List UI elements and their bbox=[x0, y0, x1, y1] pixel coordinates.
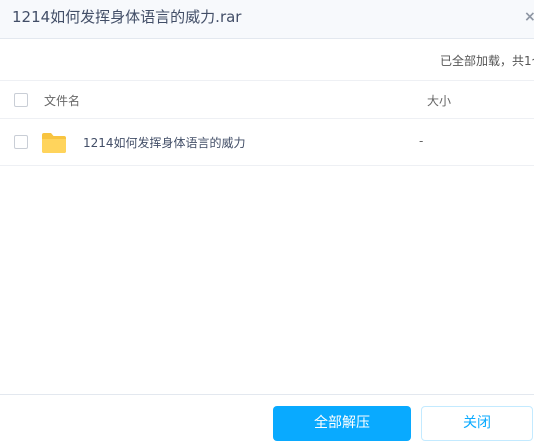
column-header-name: 文件名 bbox=[44, 94, 81, 108]
folder-icon bbox=[42, 133, 66, 153]
load-status-text: 已全部加载，共1个 bbox=[440, 54, 534, 68]
dialog-title: 1214如何发挥身体语言的威力.rar bbox=[12, 8, 242, 26]
table-row[interactable]: 1214如何发挥身体语言的威力 - bbox=[0, 119, 534, 166]
select-all-checkbox[interactable] bbox=[14, 93, 28, 107]
close-icon[interactable]: × bbox=[524, 9, 534, 25]
dialog-titlebar: 1214如何发挥身体语言的威力.rar × bbox=[0, 0, 534, 39]
table-header: 文件名 大小 bbox=[0, 81, 534, 119]
close-button[interactable]: 关闭 bbox=[421, 406, 533, 441]
column-header-size: 大小 bbox=[427, 94, 452, 108]
file-size: - bbox=[419, 134, 424, 148]
status-bar: 已全部加载，共1个 bbox=[0, 39, 534, 81]
row-checkbox[interactable] bbox=[14, 135, 28, 149]
extract-all-button[interactable]: 全部解压 bbox=[273, 406, 411, 441]
dialog-footer: 全部解压 关闭 bbox=[0, 394, 534, 447]
file-name[interactable]: 1214如何发挥身体语言的威力 bbox=[83, 134, 246, 151]
